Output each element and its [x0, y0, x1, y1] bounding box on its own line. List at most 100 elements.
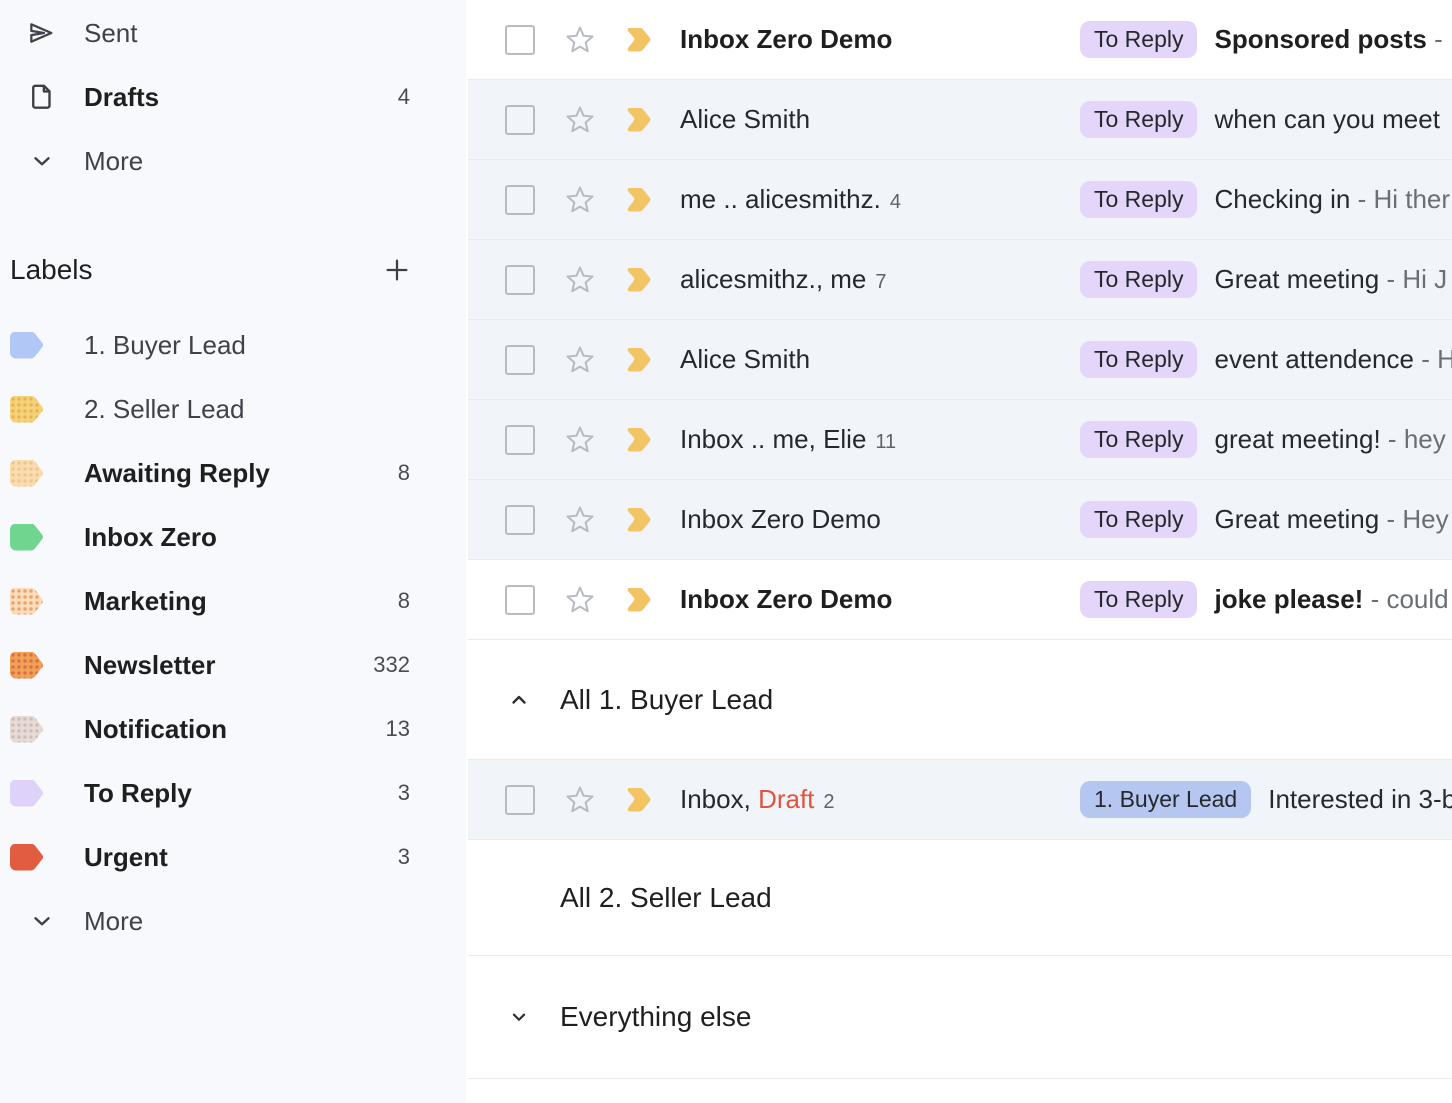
- labels-more[interactable]: More: [0, 889, 466, 953]
- email-row[interactable]: alicesmithz., me7 To Reply Great meeting…: [468, 240, 1452, 320]
- label-badge: To Reply: [1080, 101, 1197, 138]
- section-title: All 2. Seller Lead: [560, 882, 772, 914]
- importance-marker-icon[interactable]: [625, 268, 655, 292]
- importance-marker-icon[interactable]: [625, 428, 655, 452]
- labels-list: 1. Buyer Lead 2. Seller Lead Awaiting Re…: [0, 313, 466, 889]
- importance-marker-icon[interactable]: [625, 588, 655, 612]
- email-row[interactable]: Inbox .. me, Elie11 To Reply great meeti…: [468, 400, 1452, 480]
- send-icon: [0, 17, 84, 49]
- label-name: To Reply: [84, 778, 398, 809]
- sidebar-label-item[interactable]: Marketing 8: [0, 569, 466, 633]
- sidebar-item-label: Drafts: [84, 82, 398, 113]
- importance-marker-icon[interactable]: [625, 28, 655, 52]
- star-icon[interactable]: [565, 25, 595, 55]
- checkbox[interactable]: [505, 105, 535, 135]
- email-row[interactable]: Alice Smith To Reply when can you meet: [468, 80, 1452, 160]
- chevron-down-icon: [0, 908, 84, 934]
- sidebar-label-item[interactable]: Awaiting Reply 8: [0, 441, 466, 505]
- sidebar-label-item[interactable]: Newsletter 332: [0, 633, 466, 697]
- checkbox[interactable]: [505, 345, 535, 375]
- sidebar-item-label: More: [84, 146, 410, 177]
- sender: Inbox Zero Demo: [680, 584, 1080, 615]
- star-icon[interactable]: [565, 185, 595, 215]
- sidebar-label-item[interactable]: 2. Seller Lead: [0, 377, 466, 441]
- subject: Checking in - Hi ther: [1214, 184, 1452, 215]
- sender: Alice Smith: [680, 104, 1080, 135]
- label-count: 8: [398, 460, 410, 486]
- labels-more-label: More: [84, 906, 410, 937]
- checkbox[interactable]: [505, 25, 535, 55]
- chevron-down-icon: [0, 148, 84, 174]
- labels-header: Labels: [0, 246, 466, 294]
- star-icon[interactable]: [565, 785, 595, 815]
- thread-count: 4: [890, 191, 901, 214]
- label-count: 13: [386, 716, 410, 742]
- label-name: Awaiting Reply: [84, 458, 398, 489]
- sidebar-label-item[interactable]: To Reply 3: [0, 761, 466, 825]
- label-tag-icon: [0, 780, 84, 807]
- email-row[interactable]: Inbox Zero Demo To Reply Great meeting -…: [468, 480, 1452, 560]
- email-row-draft[interactable]: Inbox, Draft 2 1. Buyer Lead Interested …: [468, 760, 1452, 840]
- chevron-down-icon[interactable]: [507, 1006, 531, 1028]
- email-row[interactable]: Alice Smith To Reply event attendence - …: [468, 320, 1452, 400]
- label-tag-icon: [0, 588, 84, 615]
- label-badge: 1. Buyer Lead: [1080, 781, 1251, 818]
- sidebar-label-item[interactable]: Urgent 3: [0, 825, 466, 889]
- label-count: 8: [398, 588, 410, 614]
- label-tag-icon: [0, 460, 84, 487]
- subject: Sponsored posts -: [1214, 24, 1452, 55]
- drafts-count: 4: [398, 84, 410, 110]
- thread-count: 7: [875, 271, 886, 294]
- checkbox[interactable]: [505, 425, 535, 455]
- label-badge: To Reply: [1080, 421, 1197, 458]
- importance-marker-icon[interactable]: [625, 108, 655, 132]
- checkbox[interactable]: [505, 585, 535, 615]
- importance-marker-icon[interactable]: [625, 188, 655, 212]
- star-icon[interactable]: [565, 585, 595, 615]
- importance-marker-icon[interactable]: [625, 788, 655, 812]
- labels-heading: Labels: [10, 254, 93, 286]
- thread-count: 11: [875, 431, 896, 454]
- section-buyer-lead[interactable]: All 1. Buyer Lead: [468, 640, 1452, 760]
- sidebar-label-item[interactable]: Notification 13: [0, 697, 466, 761]
- checkbox[interactable]: [505, 185, 535, 215]
- importance-marker-icon[interactable]: [625, 348, 655, 372]
- sidebar-item-more[interactable]: More: [0, 129, 466, 193]
- email-row[interactable]: Inbox Zero Demo To Reply joke please! - …: [468, 560, 1452, 640]
- sidebar-item-sent[interactable]: Sent: [0, 1, 466, 65]
- label-tag-icon: [0, 716, 84, 743]
- checkbox[interactable]: [505, 265, 535, 295]
- label-name: Notification: [84, 714, 386, 745]
- section-everything-else[interactable]: Everything else: [468, 956, 1452, 1079]
- label-badge: To Reply: [1080, 581, 1197, 618]
- sidebar-label-item[interactable]: 1. Buyer Lead: [0, 313, 466, 377]
- checkbox[interactable]: [505, 505, 535, 535]
- draft-label: Draft: [758, 784, 814, 815]
- sidebar-label-item[interactable]: Inbox Zero: [0, 505, 466, 569]
- label-name: Newsletter: [84, 650, 373, 681]
- subject: event attendence - H: [1214, 344, 1452, 375]
- subject: joke please! - could: [1214, 584, 1452, 615]
- email-row[interactable]: me .. alicesmithz.4 To Reply Checking in…: [468, 160, 1452, 240]
- add-label-button[interactable]: [382, 255, 412, 285]
- sidebar-item-drafts[interactable]: Drafts 4: [0, 65, 466, 129]
- star-icon[interactable]: [565, 425, 595, 455]
- email-row[interactable]: Inbox Zero Demo To Reply Sponsored posts…: [468, 0, 1452, 80]
- chevron-up-icon[interactable]: [507, 688, 531, 712]
- label-tag-icon: [0, 524, 84, 551]
- sidebar: Sent Drafts 4 More Labels 1. Buyer Lead …: [0, 0, 466, 1103]
- star-icon[interactable]: [565, 105, 595, 135]
- importance-marker-icon[interactable]: [625, 508, 655, 532]
- label-count: 3: [398, 844, 410, 870]
- label-badge: To Reply: [1080, 21, 1197, 58]
- label-count: 3: [398, 780, 410, 806]
- checkbox[interactable]: [505, 785, 535, 815]
- subject: Interested in 3-b: [1268, 784, 1452, 815]
- star-icon[interactable]: [565, 505, 595, 535]
- section-seller-lead[interactable]: All 2. Seller Lead: [468, 840, 1452, 956]
- email-list: Inbox Zero Demo To Reply Sponsored posts…: [468, 0, 1452, 1103]
- star-icon[interactable]: [565, 345, 595, 375]
- label-count: 332: [373, 652, 410, 678]
- star-icon[interactable]: [565, 265, 595, 295]
- label-badge: To Reply: [1080, 341, 1197, 378]
